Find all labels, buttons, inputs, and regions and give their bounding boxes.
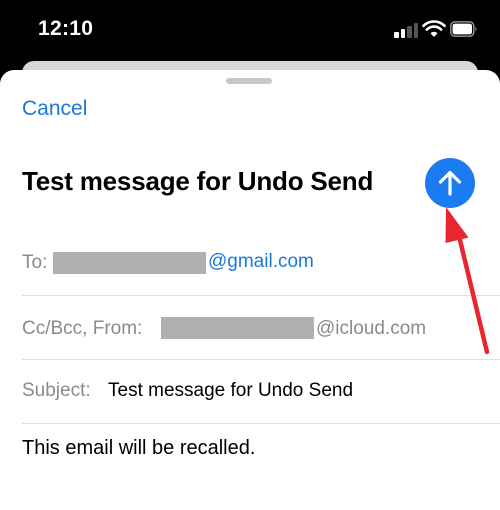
status-bar: 12:10 [0, 0, 500, 60]
compose-title: Test message for Undo Send [22, 166, 374, 196]
to-address-domain[interactable]: @gmail.com [208, 251, 314, 273]
divider [22, 359, 500, 360]
cellular-signal-icon [394, 22, 420, 38]
ccbcc-from-label[interactable]: Cc/Bcc, From: [22, 318, 142, 340]
status-time: 12:10 [38, 17, 94, 40]
message-body[interactable]: This email will be recalled. [22, 437, 255, 460]
compose-sheet: Cancel Test message for Undo Send To: @g… [0, 70, 500, 510]
redacted-from-address [161, 317, 314, 339]
divider [22, 295, 500, 296]
sheet-grabber[interactable] [226, 78, 272, 84]
send-button[interactable] [425, 158, 475, 208]
to-label: To: [22, 252, 48, 273]
divider [22, 423, 500, 424]
from-address-domain[interactable]: @icloud.com [316, 318, 426, 340]
subject-field[interactable]: Test message for Undo Send [108, 380, 353, 402]
subject-label: Subject: [22, 380, 91, 401]
arrow-up-icon [438, 170, 462, 196]
wifi-icon [422, 20, 446, 37]
battery-icon [450, 21, 477, 37]
cancel-button[interactable]: Cancel [22, 97, 87, 121]
redacted-to-address [53, 252, 206, 274]
